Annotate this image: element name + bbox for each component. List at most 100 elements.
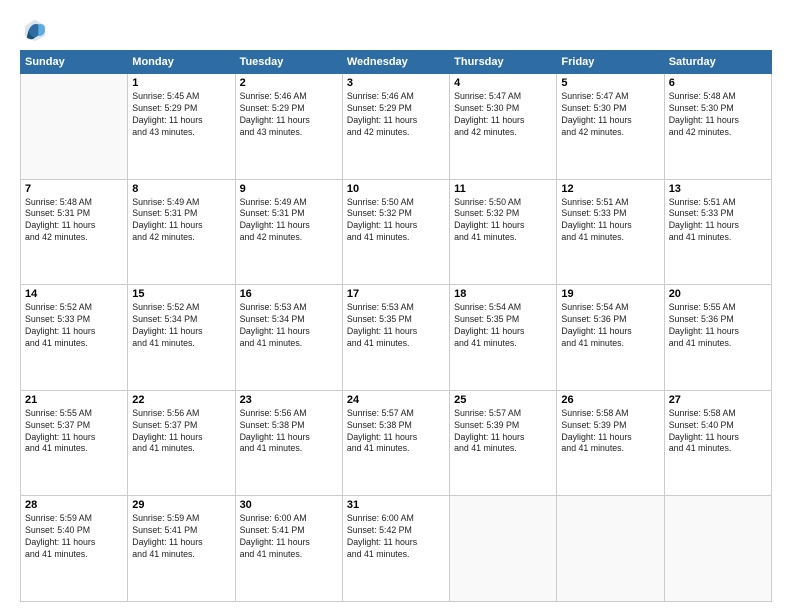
calendar-cell: 29 Sunrise: 5:59 AM Sunset: 5:41 PM Dayli… bbox=[128, 496, 235, 602]
day-number: 28 bbox=[25, 499, 123, 511]
calendar-week-row: 1 Sunrise: 5:45 AM Sunset: 5:29 PM Daylig… bbox=[21, 74, 772, 180]
calendar-cell: 27Sunrise: 5:58 AM Sunset: 5:40 PM Dayli… bbox=[664, 390, 771, 496]
calendar-cell: 18 Sunrise: 5:54 AM Sunset: 5:35 PM Dayli… bbox=[450, 285, 557, 391]
day-number: 18 bbox=[454, 288, 552, 300]
logo bbox=[20, 16, 54, 46]
day-info: Sunrise: 5:48 AM Sunset: 5:30 PM Dayligh… bbox=[669, 91, 767, 139]
logo-icon bbox=[20, 16, 50, 46]
day-number: 29 bbox=[132, 499, 230, 511]
day-info: Sunrise: 5:54 AM Sunset: 5:35 PM Dayligh… bbox=[454, 302, 552, 350]
day-info: Sunrise: 6:00 AM Sunset: 5:42 PM Dayligh… bbox=[347, 513, 445, 561]
day-info: Sunrise: 5:56 AM Sunset: 5:38 PM Dayligh… bbox=[240, 408, 338, 456]
day-info: Sunrise: 5:59 AM Sunset: 5:40 PM Dayligh… bbox=[25, 513, 123, 561]
day-info: Sunrise: 5:51 AM Sunset: 5:33 PM Dayligh… bbox=[669, 197, 767, 245]
day-info: Sunrise: 5:45 AM Sunset: 5:29 PM Dayligh… bbox=[132, 91, 230, 139]
calendar-cell: 12 Sunrise: 5:51 AM Sunset: 5:33 PM Dayli… bbox=[557, 179, 664, 285]
calendar-cell: 3 Sunrise: 5:46 AM Sunset: 5:29 PM Daylig… bbox=[342, 74, 449, 180]
day-number: 21 bbox=[25, 394, 123, 406]
calendar-cell: 22Sunrise: 5:56 AM Sunset: 5:37 PM Dayli… bbox=[128, 390, 235, 496]
calendar-cell: 23Sunrise: 5:56 AM Sunset: 5:38 PM Dayli… bbox=[235, 390, 342, 496]
day-number: 19 bbox=[561, 288, 659, 300]
weekday-header-row: SundayMondayTuesdayWednesdayThursdayFrid… bbox=[21, 51, 772, 74]
calendar-cell: 8Sunrise: 5:49 AM Sunset: 5:31 PM Daylig… bbox=[128, 179, 235, 285]
day-number: 3 bbox=[347, 77, 445, 89]
day-number: 26 bbox=[561, 394, 659, 406]
calendar-cell: 14Sunrise: 5:52 AM Sunset: 5:33 PM Dayli… bbox=[21, 285, 128, 391]
calendar-cell: 5 Sunrise: 5:47 AM Sunset: 5:30 PM Daylig… bbox=[557, 74, 664, 180]
day-info: Sunrise: 5:47 AM Sunset: 5:30 PM Dayligh… bbox=[561, 91, 659, 139]
day-info: Sunrise: 5:52 AM Sunset: 5:33 PM Dayligh… bbox=[25, 302, 123, 350]
day-info: Sunrise: 5:46 AM Sunset: 5:29 PM Dayligh… bbox=[347, 91, 445, 139]
weekday-header-tuesday: Tuesday bbox=[235, 51, 342, 74]
calendar-cell: 10Sunrise: 5:50 AM Sunset: 5:32 PM Dayli… bbox=[342, 179, 449, 285]
day-number: 10 bbox=[347, 183, 445, 195]
calendar-cell: 4Sunrise: 5:47 AM Sunset: 5:30 PM Daylig… bbox=[450, 74, 557, 180]
calendar-cell: 7 Sunrise: 5:48 AM Sunset: 5:31 PM Daylig… bbox=[21, 179, 128, 285]
calendar-cell: 24Sunrise: 5:57 AM Sunset: 5:38 PM Dayli… bbox=[342, 390, 449, 496]
calendar-cell: 19 Sunrise: 5:54 AM Sunset: 5:36 PM Dayli… bbox=[557, 285, 664, 391]
calendar-cell: 11Sunrise: 5:50 AM Sunset: 5:32 PM Dayli… bbox=[450, 179, 557, 285]
day-info: Sunrise: 5:48 AM Sunset: 5:31 PM Dayligh… bbox=[25, 197, 123, 245]
page: SundayMondayTuesdayWednesdayThursdayFrid… bbox=[0, 0, 792, 612]
day-number: 13 bbox=[669, 183, 767, 195]
calendar-cell: 1 Sunrise: 5:45 AM Sunset: 5:29 PM Daylig… bbox=[128, 74, 235, 180]
calendar-cell: 6Sunrise: 5:48 AM Sunset: 5:30 PM Daylig… bbox=[664, 74, 771, 180]
calendar-cell: 28 Sunrise: 5:59 AM Sunset: 5:40 PM Dayli… bbox=[21, 496, 128, 602]
calendar-cell bbox=[664, 496, 771, 602]
day-number: 24 bbox=[347, 394, 445, 406]
day-number: 5 bbox=[561, 77, 659, 89]
weekday-header-wednesday: Wednesday bbox=[342, 51, 449, 74]
calendar-cell bbox=[450, 496, 557, 602]
day-number: 15 bbox=[132, 288, 230, 300]
day-info: Sunrise: 5:57 AM Sunset: 5:39 PM Dayligh… bbox=[454, 408, 552, 456]
calendar-week-row: 28 Sunrise: 5:59 AM Sunset: 5:40 PM Dayli… bbox=[21, 496, 772, 602]
day-number: 27 bbox=[669, 394, 767, 406]
calendar-cell: 16Sunrise: 5:53 AM Sunset: 5:34 PM Dayli… bbox=[235, 285, 342, 391]
calendar-cell: 13 Sunrise: 5:51 AM Sunset: 5:33 PM Dayli… bbox=[664, 179, 771, 285]
day-info: Sunrise: 5:59 AM Sunset: 5:41 PM Dayligh… bbox=[132, 513, 230, 561]
day-info: Sunrise: 5:52 AM Sunset: 5:34 PM Dayligh… bbox=[132, 302, 230, 350]
calendar-week-row: 14Sunrise: 5:52 AM Sunset: 5:33 PM Dayli… bbox=[21, 285, 772, 391]
day-number: 25 bbox=[454, 394, 552, 406]
day-number: 1 bbox=[132, 77, 230, 89]
day-number: 4 bbox=[454, 77, 552, 89]
day-info: Sunrise: 5:54 AM Sunset: 5:36 PM Dayligh… bbox=[561, 302, 659, 350]
calendar-cell bbox=[21, 74, 128, 180]
weekday-header-sunday: Sunday bbox=[21, 51, 128, 74]
calendar-cell: 25 Sunrise: 5:57 AM Sunset: 5:39 PM Dayli… bbox=[450, 390, 557, 496]
day-info: Sunrise: 5:46 AM Sunset: 5:29 PM Dayligh… bbox=[240, 91, 338, 139]
day-number: 11 bbox=[454, 183, 552, 195]
calendar-cell: 21 Sunrise: 5:55 AM Sunset: 5:37 PM Dayli… bbox=[21, 390, 128, 496]
day-info: Sunrise: 5:58 AM Sunset: 5:39 PM Dayligh… bbox=[561, 408, 659, 456]
day-info: Sunrise: 5:55 AM Sunset: 5:36 PM Dayligh… bbox=[669, 302, 767, 350]
header bbox=[20, 16, 772, 46]
calendar-header: SundayMondayTuesdayWednesdayThursdayFrid… bbox=[21, 51, 772, 74]
weekday-header-saturday: Saturday bbox=[664, 51, 771, 74]
calendar-cell: 2 Sunrise: 5:46 AM Sunset: 5:29 PM Daylig… bbox=[235, 74, 342, 180]
day-number: 2 bbox=[240, 77, 338, 89]
calendar-table: SundayMondayTuesdayWednesdayThursdayFrid… bbox=[20, 50, 772, 602]
day-info: Sunrise: 5:49 AM Sunset: 5:31 PM Dayligh… bbox=[240, 197, 338, 245]
day-info: Sunrise: 5:53 AM Sunset: 5:35 PM Dayligh… bbox=[347, 302, 445, 350]
weekday-header-thursday: Thursday bbox=[450, 51, 557, 74]
day-number: 12 bbox=[561, 183, 659, 195]
day-info: Sunrise: 5:51 AM Sunset: 5:33 PM Dayligh… bbox=[561, 197, 659, 245]
day-number: 30 bbox=[240, 499, 338, 511]
weekday-header-friday: Friday bbox=[557, 51, 664, 74]
weekday-header-monday: Monday bbox=[128, 51, 235, 74]
day-info: Sunrise: 6:00 AM Sunset: 5:41 PM Dayligh… bbox=[240, 513, 338, 561]
calendar-week-row: 7 Sunrise: 5:48 AM Sunset: 5:31 PM Daylig… bbox=[21, 179, 772, 285]
day-number: 8 bbox=[132, 183, 230, 195]
calendar-cell: 17Sunrise: 5:53 AM Sunset: 5:35 PM Dayli… bbox=[342, 285, 449, 391]
day-number: 7 bbox=[25, 183, 123, 195]
day-number: 20 bbox=[669, 288, 767, 300]
calendar-cell bbox=[557, 496, 664, 602]
day-info: Sunrise: 5:53 AM Sunset: 5:34 PM Dayligh… bbox=[240, 302, 338, 350]
calendar-cell: 15 Sunrise: 5:52 AM Sunset: 5:34 PM Dayli… bbox=[128, 285, 235, 391]
day-number: 31 bbox=[347, 499, 445, 511]
day-info: Sunrise: 5:55 AM Sunset: 5:37 PM Dayligh… bbox=[25, 408, 123, 456]
day-number: 22 bbox=[132, 394, 230, 406]
calendar-cell: 30 Sunrise: 6:00 AM Sunset: 5:41 PM Dayli… bbox=[235, 496, 342, 602]
calendar-cell: 26 Sunrise: 5:58 AM Sunset: 5:39 PM Dayli… bbox=[557, 390, 664, 496]
calendar-cell: 20 Sunrise: 5:55 AM Sunset: 5:36 PM Dayli… bbox=[664, 285, 771, 391]
